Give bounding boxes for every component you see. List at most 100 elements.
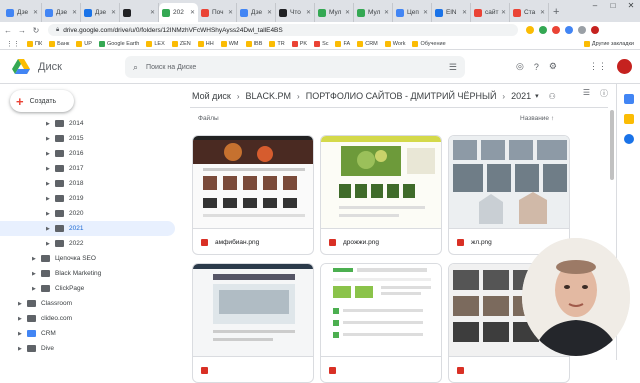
- browser-tab[interactable]: ✕: [120, 3, 159, 22]
- folder-tree-item[interactable]: ▶ clideo.com: [0, 311, 175, 326]
- browser-tab[interactable]: Мул ✕: [315, 3, 354, 22]
- create-button[interactable]: + Создать: [10, 90, 74, 112]
- close-window-icon[interactable]: ✕: [622, 0, 640, 12]
- browser-tab[interactable]: Цеп ✕: [393, 3, 432, 22]
- reload-icon[interactable]: ↻: [30, 26, 42, 35]
- bookmark-item[interactable]: TR: [269, 40, 285, 47]
- file-card[interactable]: [192, 263, 314, 383]
- help-icon[interactable]: ?: [534, 62, 539, 72]
- expand-arrow-icon[interactable]: ▶: [32, 286, 39, 292]
- folder-tree-item[interactable]: ▶ Classroom: [0, 296, 175, 311]
- extension-icon[interactable]: [565, 26, 573, 34]
- minimize-icon[interactable]: –: [586, 0, 604, 12]
- expand-arrow-icon[interactable]: ▶: [18, 331, 25, 337]
- browser-tab[interactable]: Дзе ✕: [237, 3, 276, 22]
- folder-tree-item[interactable]: ▶ 2018: [0, 176, 175, 191]
- folder-tree-item[interactable]: ▶ 2015: [0, 131, 175, 146]
- forward-icon[interactable]: →: [16, 26, 28, 35]
- expand-arrow-icon[interactable]: ▶: [46, 166, 53, 172]
- tasks-icon[interactable]: [623, 134, 634, 144]
- bookmark-item[interactable]: HH: [197, 40, 214, 47]
- close-tab-icon[interactable]: ✕: [306, 9, 311, 16]
- info-icon[interactable]: ⓘ: [600, 88, 608, 99]
- offline-status-icon[interactable]: ◎: [516, 61, 524, 72]
- folder-tree-item[interactable]: ▶ Black Marketing: [0, 266, 175, 281]
- browser-tab[interactable]: Дзе ✕: [3, 3, 42, 22]
- close-tab-icon[interactable]: ✕: [345, 9, 350, 16]
- folder-tree-item[interactable]: ▶ 2014: [0, 116, 175, 131]
- expand-arrow-icon[interactable]: ▶: [46, 241, 53, 247]
- close-tab-icon[interactable]: ✕: [150, 9, 155, 16]
- extension-icon[interactable]: [578, 26, 586, 34]
- bookmark-item[interactable]: ZEN: [171, 40, 191, 47]
- bookmark-item[interactable]: FA: [335, 40, 350, 47]
- browser-tab[interactable]: Мул ✕: [354, 3, 393, 22]
- folder-tree-item[interactable]: ▶ Dive: [0, 341, 175, 356]
- file-thumbnail[interactable]: [321, 264, 441, 356]
- new-tab-button[interactable]: +: [549, 3, 563, 22]
- expand-arrow-icon[interactable]: ▶: [46, 196, 53, 202]
- search-box[interactable]: ⌕ Поиск на Диске ☰: [125, 56, 465, 78]
- close-tab-icon[interactable]: ✕: [462, 9, 467, 16]
- back-icon[interactable]: ←: [2, 26, 14, 35]
- drive-logo-icon[interactable]: [12, 58, 30, 75]
- file-card[interactable]: жл.png: [448, 135, 570, 255]
- browser-tab[interactable]: Поч ✕: [198, 3, 237, 22]
- file-card[interactable]: амфибиан.png: [192, 135, 314, 255]
- close-tab-icon[interactable]: ✕: [501, 9, 506, 16]
- close-tab-icon[interactable]: ✕: [72, 9, 77, 16]
- lock-icon[interactable]: 🔒︎: [56, 27, 59, 34]
- close-tab-icon[interactable]: ✕: [267, 9, 272, 16]
- bookmark-item[interactable]: Work: [384, 40, 405, 47]
- apps-grid-icon[interactable]: ⋮⋮: [589, 61, 607, 72]
- close-tab-icon[interactable]: ✕: [540, 9, 545, 16]
- close-tab-icon[interactable]: ✕: [228, 9, 233, 16]
- expand-arrow-icon[interactable]: ▶: [46, 226, 53, 232]
- browser-tab[interactable]: Что ✕: [276, 3, 315, 22]
- shared-people-icon[interactable]: ⚇: [549, 92, 556, 101]
- extension-icon[interactable]: [526, 26, 534, 34]
- browser-tab[interactable]: ElN ✕: [432, 3, 471, 22]
- expand-arrow-icon[interactable]: ▶: [46, 121, 53, 127]
- close-tab-icon[interactable]: ✕: [111, 9, 116, 16]
- file-card[interactable]: дрожжи.png: [320, 135, 442, 255]
- bookmark-item[interactable]: IBB: [245, 40, 262, 47]
- browser-tab[interactable]: Дзе ✕: [81, 3, 120, 22]
- url-field[interactable]: 🔒︎ drive.google.com/drive/u/0/folders/12…: [48, 24, 518, 36]
- breadcrumb-item[interactable]: 2021: [511, 91, 531, 101]
- expand-arrow-icon[interactable]: ▶: [46, 136, 53, 142]
- browser-tab[interactable]: 202 ✕: [159, 3, 198, 22]
- search-icon[interactable]: ⌕: [133, 62, 138, 73]
- bookmark-item[interactable]: LEX: [146, 40, 165, 47]
- breadcrumb-item[interactable]: BLACK.PM: [246, 91, 292, 101]
- bookmark-item[interactable]: WM: [220, 40, 239, 47]
- folder-menu-chevron-icon[interactable]: ▾: [535, 92, 539, 100]
- bookmark-item[interactable]: PK: [291, 40, 307, 47]
- bookmark-item[interactable]: CRM: [357, 40, 378, 47]
- apps-icon[interactable]: ⋮⋮: [6, 40, 20, 48]
- close-tab-icon[interactable]: ✕: [33, 9, 38, 16]
- file-thumbnail[interactable]: [193, 264, 313, 356]
- folder-tree-item[interactable]: ▶ Цепочка SEO: [0, 251, 175, 266]
- bookmark-item[interactable]: Обучение: [412, 40, 446, 47]
- bookmark-item[interactable]: ПК: [27, 40, 42, 47]
- folder-tree-item[interactable]: ▶ 2019: [0, 191, 175, 206]
- close-tab-icon[interactable]: ✕: [190, 9, 195, 16]
- scrollbar[interactable]: [610, 110, 614, 180]
- file-thumbnail[interactable]: [321, 136, 441, 228]
- expand-arrow-icon[interactable]: ▶: [32, 271, 39, 277]
- browser-tab[interactable]: сайт ✕: [471, 3, 510, 22]
- expand-arrow-icon[interactable]: ▶: [18, 346, 25, 352]
- close-tab-icon[interactable]: ✕: [384, 9, 389, 16]
- file-card[interactable]: [320, 263, 442, 383]
- list-view-icon[interactable]: ☰: [583, 88, 590, 99]
- settings-gear-icon[interactable]: ⚙: [549, 61, 557, 72]
- folder-tree-item[interactable]: ▶ CRM: [0, 326, 175, 341]
- profile-avatar[interactable]: [591, 26, 599, 34]
- keep-icon[interactable]: [623, 114, 634, 124]
- bookmark-item[interactable]: Sc: [314, 40, 328, 47]
- account-avatar[interactable]: [617, 59, 632, 74]
- folder-tree-item[interactable]: ▶ ClickPage: [0, 281, 175, 296]
- drive-brand[interactable]: Диск: [38, 61, 62, 73]
- folder-tree-item[interactable]: ▶ 2022: [0, 236, 175, 251]
